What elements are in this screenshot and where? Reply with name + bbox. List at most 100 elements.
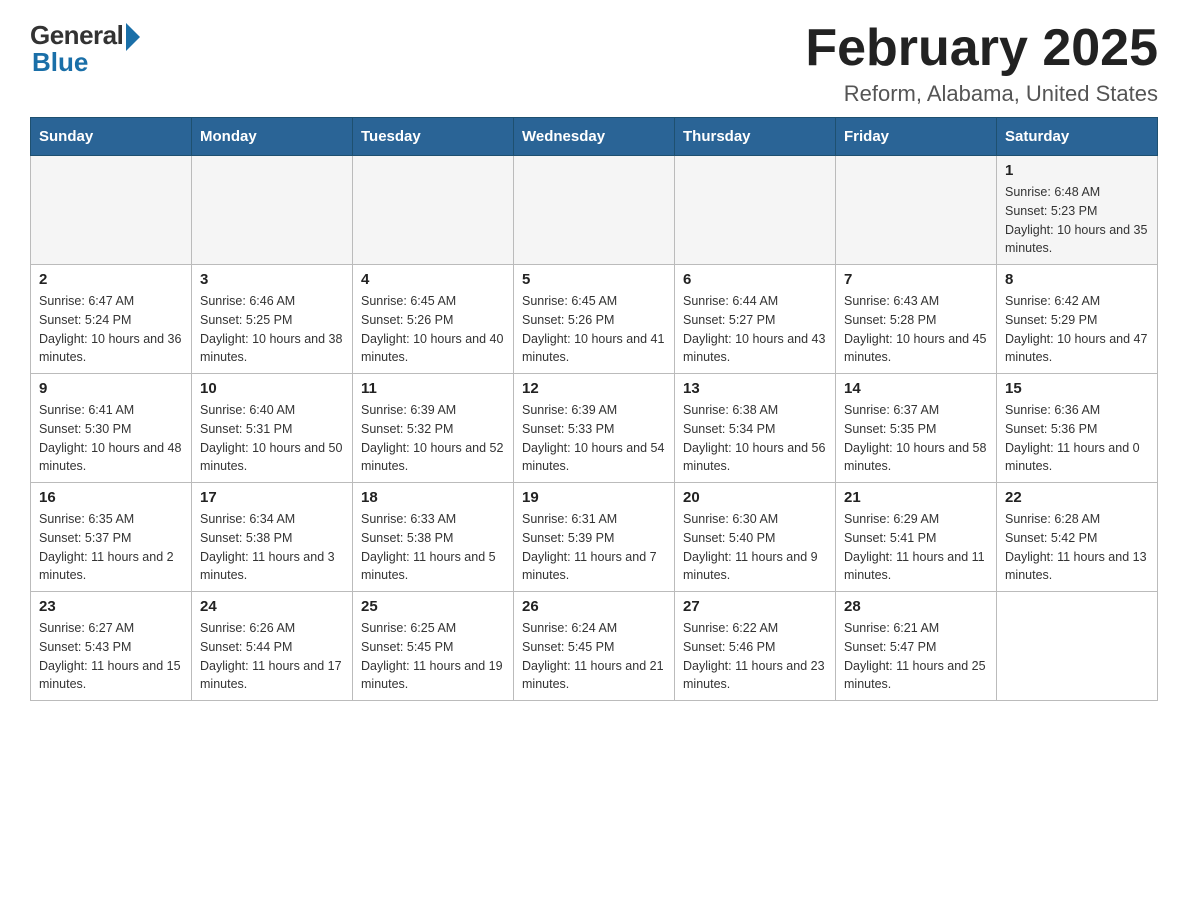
calendar-week-row: 9 Sunrise: 6:41 AM Sunset: 5:30 PM Daylig… bbox=[31, 374, 1158, 483]
calendar-day-header: Monday bbox=[192, 118, 353, 156]
day-number: 11 bbox=[361, 380, 505, 397]
day-info: Sunrise: 6:47 AM Sunset: 5:24 PM Dayligh… bbox=[39, 292, 183, 367]
page-header: General Blue February 2025 Reform, Alaba… bbox=[30, 20, 1158, 107]
day-number: 10 bbox=[200, 380, 344, 397]
day-number: 1 bbox=[1005, 162, 1149, 179]
calendar-day-header: Sunday bbox=[31, 118, 192, 156]
calendar-week-row: 16 Sunrise: 6:35 AM Sunset: 5:37 PM Dayli… bbox=[31, 483, 1158, 592]
day-number: 7 bbox=[844, 271, 988, 288]
calendar-day-cell: 28Sunrise: 6:21 AM Sunset: 5:47 PM Dayli… bbox=[836, 592, 997, 701]
logo-triangle-icon bbox=[126, 23, 140, 51]
calendar-day-header: Thursday bbox=[675, 118, 836, 156]
day-number: 8 bbox=[1005, 271, 1149, 288]
calendar-day-cell: 2 Sunrise: 6:47 AM Sunset: 5:24 PM Daylig… bbox=[31, 265, 192, 374]
main-title: February 2025 bbox=[805, 20, 1158, 77]
day-info: Sunrise: 6:37 AM Sunset: 5:35 PM Dayligh… bbox=[844, 401, 988, 476]
day-number: 5 bbox=[522, 271, 666, 288]
day-info: Sunrise: 6:39 AM Sunset: 5:33 PM Dayligh… bbox=[522, 401, 666, 476]
calendar-day-cell: 11Sunrise: 6:39 AM Sunset: 5:32 PM Dayli… bbox=[353, 374, 514, 483]
subtitle: Reform, Alabama, United States bbox=[805, 81, 1158, 107]
day-number: 3 bbox=[200, 271, 344, 288]
calendar-day-cell: 15 Sunrise: 6:36 AM Sunset: 5:36 PM Dayli… bbox=[997, 374, 1158, 483]
calendar-day-cell: 9 Sunrise: 6:41 AM Sunset: 5:30 PM Daylig… bbox=[31, 374, 192, 483]
calendar-day-cell bbox=[514, 156, 675, 265]
day-number: 18 bbox=[361, 489, 505, 506]
day-info: Sunrise: 6:40 AM Sunset: 5:31 PM Dayligh… bbox=[200, 401, 344, 476]
day-number: 16 bbox=[39, 489, 183, 506]
calendar-day-header: Friday bbox=[836, 118, 997, 156]
calendar-day-cell: 13 Sunrise: 6:38 AM Sunset: 5:34 PM Dayli… bbox=[675, 374, 836, 483]
calendar-day-header: Tuesday bbox=[353, 118, 514, 156]
calendar-week-row: 2 Sunrise: 6:47 AM Sunset: 5:24 PM Daylig… bbox=[31, 265, 1158, 374]
calendar-day-header: Wednesday bbox=[514, 118, 675, 156]
calendar-day-cell: 14Sunrise: 6:37 AM Sunset: 5:35 PM Dayli… bbox=[836, 374, 997, 483]
day-info: Sunrise: 6:26 AM Sunset: 5:44 PM Dayligh… bbox=[200, 619, 344, 694]
day-number: 12 bbox=[522, 380, 666, 397]
calendar-day-cell bbox=[675, 156, 836, 265]
day-info: Sunrise: 6:28 AM Sunset: 5:42 PM Dayligh… bbox=[1005, 510, 1149, 585]
day-info: Sunrise: 6:30 AM Sunset: 5:40 PM Dayligh… bbox=[683, 510, 827, 585]
calendar-day-cell: 21 Sunrise: 6:29 AM Sunset: 5:41 PM Dayli… bbox=[836, 483, 997, 592]
calendar-day-cell: 1 Sunrise: 6:48 AM Sunset: 5:23 PM Daylig… bbox=[997, 156, 1158, 265]
day-number: 27 bbox=[683, 598, 827, 615]
calendar-week-row: 23 Sunrise: 6:27 AM Sunset: 5:43 PM Dayli… bbox=[31, 592, 1158, 701]
day-number: 4 bbox=[361, 271, 505, 288]
day-info: Sunrise: 6:36 AM Sunset: 5:36 PM Dayligh… bbox=[1005, 401, 1149, 476]
calendar-body: 1 Sunrise: 6:48 AM Sunset: 5:23 PM Daylig… bbox=[31, 156, 1158, 701]
day-number: 17 bbox=[200, 489, 344, 506]
day-info: Sunrise: 6:21 AM Sunset: 5:47 PM Dayligh… bbox=[844, 619, 988, 694]
calendar-day-cell: 17 Sunrise: 6:34 AM Sunset: 5:38 PM Dayli… bbox=[192, 483, 353, 592]
day-number: 19 bbox=[522, 489, 666, 506]
day-info: Sunrise: 6:22 AM Sunset: 5:46 PM Dayligh… bbox=[683, 619, 827, 694]
day-number: 26 bbox=[522, 598, 666, 615]
day-info: Sunrise: 6:45 AM Sunset: 5:26 PM Dayligh… bbox=[522, 292, 666, 367]
day-number: 9 bbox=[39, 380, 183, 397]
calendar-day-cell: 16 Sunrise: 6:35 AM Sunset: 5:37 PM Dayli… bbox=[31, 483, 192, 592]
day-info: Sunrise: 6:45 AM Sunset: 5:26 PM Dayligh… bbox=[361, 292, 505, 367]
calendar-day-cell: 23 Sunrise: 6:27 AM Sunset: 5:43 PM Dayli… bbox=[31, 592, 192, 701]
day-info: Sunrise: 6:38 AM Sunset: 5:34 PM Dayligh… bbox=[683, 401, 827, 476]
calendar-day-cell: 24Sunrise: 6:26 AM Sunset: 5:44 PM Dayli… bbox=[192, 592, 353, 701]
calendar-week-row: 1 Sunrise: 6:48 AM Sunset: 5:23 PM Daylig… bbox=[31, 156, 1158, 265]
day-info: Sunrise: 6:48 AM Sunset: 5:23 PM Dayligh… bbox=[1005, 183, 1149, 258]
calendar-day-cell bbox=[836, 156, 997, 265]
day-info: Sunrise: 6:41 AM Sunset: 5:30 PM Dayligh… bbox=[39, 401, 183, 476]
day-number: 23 bbox=[39, 598, 183, 615]
day-number: 15 bbox=[1005, 380, 1149, 397]
calendar-day-cell: 6Sunrise: 6:44 AM Sunset: 5:27 PM Daylig… bbox=[675, 265, 836, 374]
calendar-day-cell: 12 Sunrise: 6:39 AM Sunset: 5:33 PM Dayli… bbox=[514, 374, 675, 483]
day-info: Sunrise: 6:29 AM Sunset: 5:41 PM Dayligh… bbox=[844, 510, 988, 585]
calendar-day-cell: 20 Sunrise: 6:30 AM Sunset: 5:40 PM Dayli… bbox=[675, 483, 836, 592]
day-info: Sunrise: 6:33 AM Sunset: 5:38 PM Dayligh… bbox=[361, 510, 505, 585]
calendar-day-cell: 4 Sunrise: 6:45 AM Sunset: 5:26 PM Daylig… bbox=[353, 265, 514, 374]
day-number: 6 bbox=[683, 271, 827, 288]
calendar-day-cell: 8 Sunrise: 6:42 AM Sunset: 5:29 PM Daylig… bbox=[997, 265, 1158, 374]
day-number: 21 bbox=[844, 489, 988, 506]
day-info: Sunrise: 6:24 AM Sunset: 5:45 PM Dayligh… bbox=[522, 619, 666, 694]
calendar-header: SundayMondayTuesdayWednesdayThursdayFrid… bbox=[31, 118, 1158, 156]
day-info: Sunrise: 6:27 AM Sunset: 5:43 PM Dayligh… bbox=[39, 619, 183, 694]
calendar-header-row: SundayMondayTuesdayWednesdayThursdayFrid… bbox=[31, 118, 1158, 156]
day-info: Sunrise: 6:34 AM Sunset: 5:38 PM Dayligh… bbox=[200, 510, 344, 585]
day-number: 2 bbox=[39, 271, 183, 288]
day-info: Sunrise: 6:35 AM Sunset: 5:37 PM Dayligh… bbox=[39, 510, 183, 585]
day-info: Sunrise: 6:46 AM Sunset: 5:25 PM Dayligh… bbox=[200, 292, 344, 367]
calendar-day-cell: 25Sunrise: 6:25 AM Sunset: 5:45 PM Dayli… bbox=[353, 592, 514, 701]
day-info: Sunrise: 6:43 AM Sunset: 5:28 PM Dayligh… bbox=[844, 292, 988, 367]
calendar-table: SundayMondayTuesdayWednesdayThursdayFrid… bbox=[30, 117, 1158, 701]
day-number: 25 bbox=[361, 598, 505, 615]
calendar-day-cell: 19 Sunrise: 6:31 AM Sunset: 5:39 PM Dayli… bbox=[514, 483, 675, 592]
day-info: Sunrise: 6:31 AM Sunset: 5:39 PM Dayligh… bbox=[522, 510, 666, 585]
logo-blue-text: Blue bbox=[32, 47, 88, 78]
day-info: Sunrise: 6:42 AM Sunset: 5:29 PM Dayligh… bbox=[1005, 292, 1149, 367]
calendar-day-cell: 10 Sunrise: 6:40 AM Sunset: 5:31 PM Dayli… bbox=[192, 374, 353, 483]
calendar-day-header: Saturday bbox=[997, 118, 1158, 156]
day-number: 20 bbox=[683, 489, 827, 506]
calendar-day-cell: 26 Sunrise: 6:24 AM Sunset: 5:45 PM Dayli… bbox=[514, 592, 675, 701]
title-area: February 2025 Reform, Alabama, United St… bbox=[805, 20, 1158, 107]
calendar-day-cell: 18 Sunrise: 6:33 AM Sunset: 5:38 PM Dayli… bbox=[353, 483, 514, 592]
day-number: 13 bbox=[683, 380, 827, 397]
calendar-day-cell bbox=[353, 156, 514, 265]
calendar-day-cell: 5 Sunrise: 6:45 AM Sunset: 5:26 PM Daylig… bbox=[514, 265, 675, 374]
day-number: 22 bbox=[1005, 489, 1149, 506]
